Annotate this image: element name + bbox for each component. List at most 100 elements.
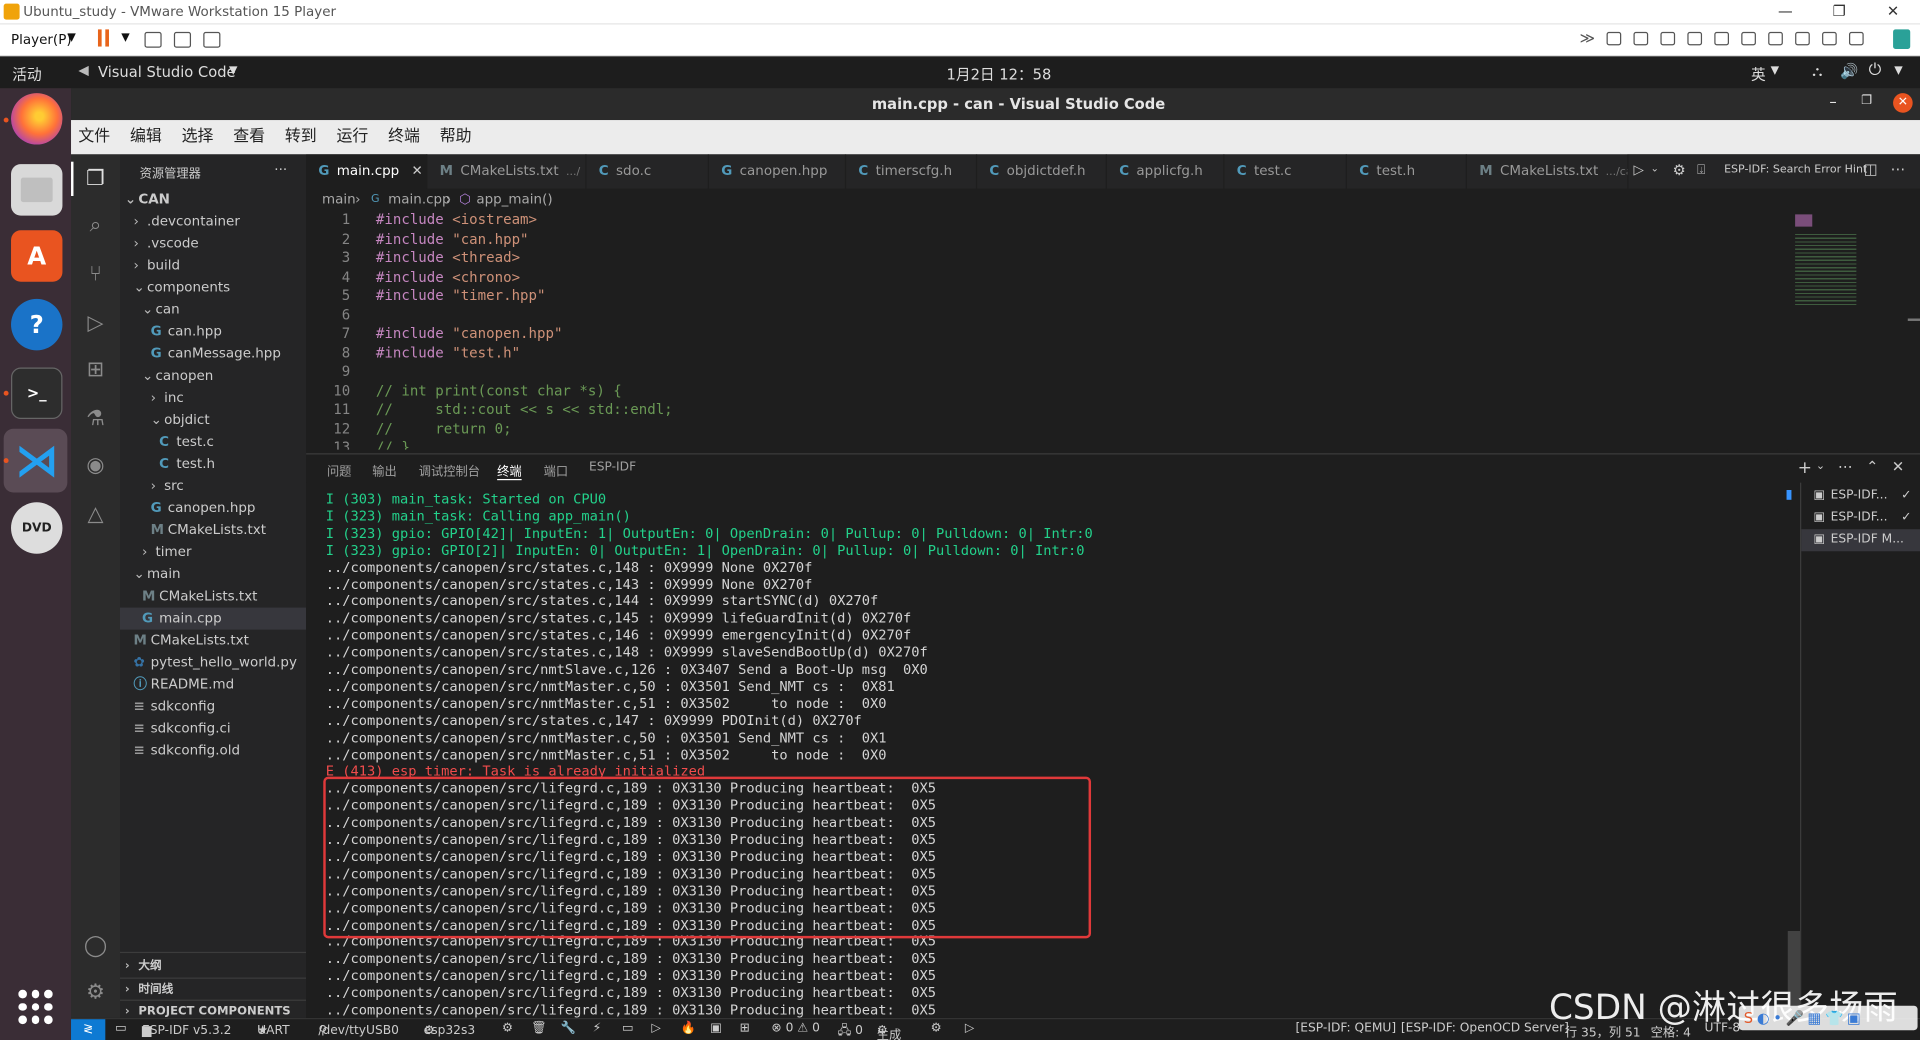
tab-timerscfg-h[interactable]: Ctimerscfg.h (846, 154, 978, 189)
fullscreen-icon[interactable] (173, 31, 192, 48)
pause-dropdown-icon[interactable]: ▼ (121, 32, 129, 44)
more-actions-icon[interactable]: ⋯ (1891, 160, 1906, 177)
panel-tab-problems[interactable]: 问题 (327, 461, 351, 479)
editor-scrollbar[interactable] (1907, 318, 1920, 321)
search-icon[interactable]: ⌕ (83, 213, 107, 238)
terminal-instance[interactable]: ▣ ESP-IDF... ✓ (1801, 507, 1920, 529)
terminal-icon[interactable]: >_ (11, 367, 63, 419)
tree-item[interactable]: M CMakeLists.txt (120, 586, 306, 608)
tree-item[interactable]: ⌄ components (120, 277, 306, 299)
esp-hint-icon[interactable]: ⍗ (1697, 162, 1705, 179)
tree-item[interactable]: ≡ sdkconfig.ci (120, 718, 306, 740)
openocd-status[interactable]: [ESP-IDF: OpenOCD Server] (1401, 1022, 1569, 1035)
tab-applicfg-h[interactable]: Capplicfg.h (1107, 154, 1225, 189)
qemu-status[interactable]: [ESP-IDF: QEMU] (1296, 1022, 1397, 1035)
section-outline[interactable]: › 大纲 (120, 956, 306, 978)
breadcrumb-folder[interactable]: main (322, 189, 356, 211)
network-icon[interactable] (1660, 31, 1676, 46)
panel-tab-debug-console[interactable]: 调试控制台 (419, 461, 480, 479)
printer-icon[interactable] (1741, 31, 1756, 46)
cd-icon[interactable] (1633, 31, 1649, 46)
app-menu[interactable]: Visual Studio Code (98, 64, 236, 81)
tab-cmakelists-txt[interactable]: M CMakeLists.txt .../ (427, 154, 587, 189)
tree-item[interactable]: › inc (120, 387, 306, 409)
usb-icon[interactable] (1687, 31, 1703, 46)
tree-item[interactable]: › src (120, 475, 306, 497)
code-editor[interactable]: 1 #include <iostream> 2 #include "can.hpp" 3… (306, 210, 1788, 450)
dvd-icon[interactable]: DVD (11, 502, 63, 554)
terminal-instance[interactable]: ▣ ESP-IDF M... (1801, 529, 1920, 552)
close-panel-icon[interactable]: ✕ (1892, 458, 1904, 475)
testing-icon[interactable]: ⚗ (83, 407, 107, 432)
source-control-icon[interactable]: ⑂ (83, 262, 107, 287)
input-method[interactable]: 英 (1751, 64, 1766, 85)
tree-item[interactable]: › .vscode (120, 233, 306, 255)
files-icon[interactable] (11, 164, 63, 216)
clean-icon[interactable]: 🗑 (531, 1022, 547, 1035)
run-icon[interactable]: ▷ (965, 1022, 974, 1035)
breadcrumb-file[interactable]: main.cpp (388, 189, 450, 211)
vs-restore-button[interactable]: ❐ (1861, 94, 1872, 107)
menuconfig-icon[interactable]: ⚙ (502, 1022, 513, 1035)
tree-item[interactable]: ⌄ canopen (120, 365, 306, 387)
tab-test-h[interactable]: Ctest.h (1347, 154, 1467, 189)
run-dropdown-icon[interactable]: ⌄ (1651, 163, 1659, 174)
breadcrumb-symbol[interactable]: app_main() (476, 189, 552, 211)
tree-item[interactable]: M CMakeLists.txt (120, 630, 306, 652)
extensions-icon[interactable]: ⊞ (83, 358, 107, 383)
monitor-icon[interactable]: ▭ (622, 1022, 634, 1035)
tree-item[interactable]: ≡ sdkconfig.old (120, 740, 306, 762)
system-menu-dropdown-icon[interactable]: ▼ (1894, 65, 1902, 77)
tasks-icon[interactable]: ⊞ (740, 1022, 750, 1035)
panel-tab-ports[interactable]: 端口 (544, 461, 568, 479)
tree-item[interactable]: › build (120, 255, 306, 277)
menu-run[interactable]: 运行 (336, 120, 368, 154)
ime-toolbar[interactable]: S◐•🎤▦👕▣ (1738, 1005, 1918, 1031)
tree-item[interactable]: GcanMessage.hpp (120, 343, 306, 365)
esp-idf-icon[interactable]: ◉ (83, 453, 107, 478)
tree-item[interactable]: ⌄ CAN (120, 189, 306, 211)
panel-tab-output[interactable]: 输出 (372, 461, 396, 479)
network-status-icon[interactable]: ⛬ (1812, 62, 1822, 80)
terminal-icon-status[interactable]: ▣ (710, 1022, 722, 1035)
problems-count[interactable]: ⊗ 0 ⚠ 0 (771, 1022, 820, 1035)
close-button[interactable]: ✕ (1866, 0, 1920, 25)
run-debug-icon[interactable]: ▷ (83, 311, 107, 336)
run-split-icon[interactable]: ▷ (1633, 162, 1643, 178)
tab-cmakelists-txt[interactable]: M CMakeLists.txt .../can (1467, 154, 1629, 189)
volume-icon[interactable]: 🔊 (1840, 62, 1858, 79)
menu-terminal[interactable]: 终端 (388, 120, 420, 154)
device2-icon[interactable] (1822, 31, 1837, 46)
debug-icon[interactable]: ▷ (651, 1022, 660, 1035)
tree-item[interactable]: ⌄ objdict (120, 409, 306, 431)
vs-minimize-button[interactable]: – (1829, 93, 1836, 110)
tree-item[interactable]: › .devcontainer (120, 211, 306, 233)
panel-more-icon[interactable]: ⋯ (1838, 458, 1853, 475)
minimize-button[interactable]: — (1758, 0, 1812, 25)
message-log-icon[interactable] (1893, 29, 1911, 49)
restore-button[interactable]: ❐ (1812, 0, 1866, 25)
tree-item[interactable]: ✿ pytest_hello_world.py (120, 652, 306, 674)
menu-help[interactable]: 帮助 (440, 120, 472, 154)
sdk-icon[interactable]: ▭ (115, 1022, 127, 1035)
maximize-panel-icon[interactable]: ⌃ (1866, 458, 1878, 475)
ports-count[interactable]: 🖧 0 (838, 1022, 863, 1040)
software-center-icon[interactable]: A (11, 230, 63, 282)
tree-item[interactable]: ⌄ main (120, 564, 306, 586)
explorer-icon[interactable]: ❐ (83, 167, 107, 192)
flash-icon[interactable]: ⚡ (593, 1022, 602, 1035)
tree-item[interactable]: Ctest.c (120, 431, 306, 453)
tree-item[interactable]: ≡ sdkconfig (120, 696, 306, 718)
help-icon[interactable]: ? (11, 298, 63, 351)
debug-target-icon[interactable]: ⚙ (931, 1022, 942, 1035)
accounts-icon[interactable]: ◯ (83, 933, 107, 958)
tree-item[interactable]: ⌄ can (120, 299, 306, 321)
editor-settings-icon[interactable]: ⚙ (1673, 162, 1686, 179)
camera-icon[interactable] (1768, 31, 1783, 46)
menu-edit[interactable]: 编辑 (130, 120, 162, 154)
remote-indicator[interactable]: ≷ (71, 1019, 106, 1040)
input-method-dropdown-icon[interactable]: ▼ (1771, 65, 1779, 77)
clock[interactable]: 1月2日 12：58 (947, 64, 1052, 85)
tree-item[interactable]: Gmain.cpp (120, 607, 307, 630)
tree-item[interactable]: Gcanopen.hpp (120, 497, 306, 519)
